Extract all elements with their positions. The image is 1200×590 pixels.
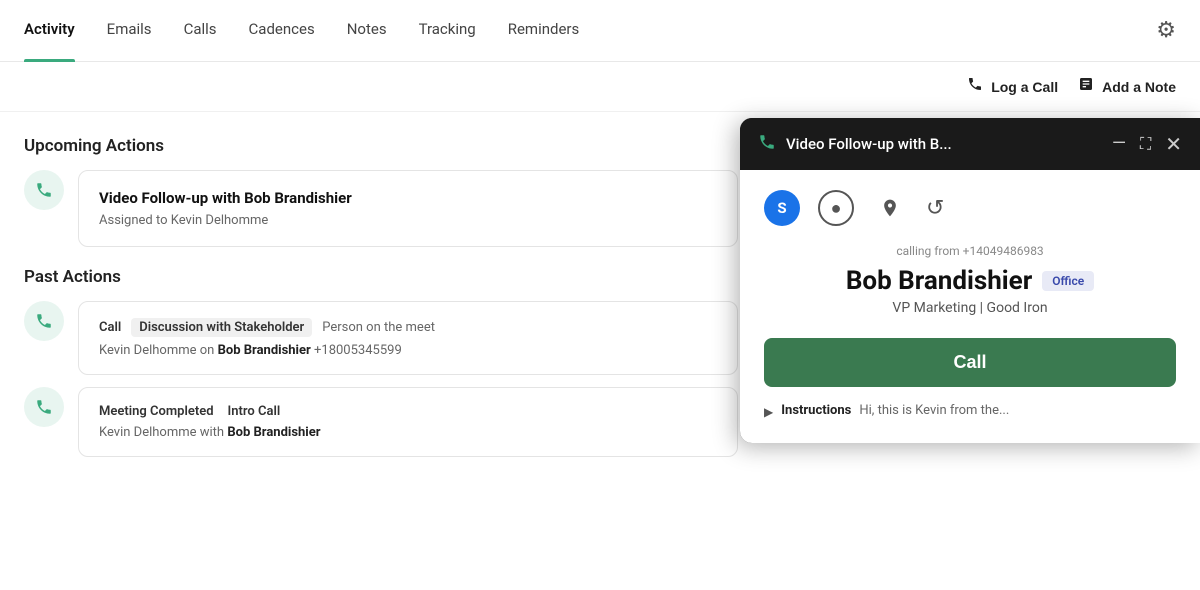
meeting-badge: Intro Call — [228, 404, 281, 419]
settings-icon[interactable]: ⚙ — [1156, 18, 1176, 43]
popup-title: Video Follow-up with B... — [786, 135, 952, 153]
refresh-icon[interactable]: ↺ — [926, 196, 944, 221]
office-badge: Office — [1042, 271, 1094, 291]
call-footer: Kevin Delhomme on Bob Brandishier +18005… — [99, 343, 717, 358]
phone-circle-icon — [24, 387, 64, 427]
past-action-card-1[interactable]: Meeting Completed Intro Call Kevin Delho… — [78, 387, 738, 457]
instructions-arrow-icon[interactable]: ▶ — [764, 405, 773, 419]
action-bar: Log a Call Add a Note — [0, 62, 1200, 112]
instructions-row: ▶ Instructions Hi, this is Kevin from th… — [764, 403, 1176, 419]
circle-icon[interactable]: ● — [818, 190, 854, 226]
log-call-button[interactable]: Log a Call — [967, 76, 1058, 97]
contact-title: VP Marketing | Good Iron — [764, 300, 1176, 316]
popup-body: S ● ↺ calling from +14049486983 Bob Bran… — [740, 170, 1200, 443]
upcoming-action-subtitle: Assigned to Kevin Delhomme — [99, 213, 717, 228]
tab-notes[interactable]: Notes — [347, 0, 387, 62]
salesforce-icon[interactable]: S — [764, 190, 800, 226]
contact-name-row: Bob Brandishier Office — [764, 266, 1176, 296]
nav-tabs: Activity Emails Calls Cadences Notes Tra… — [24, 0, 1156, 62]
popup-phone-icon — [758, 133, 776, 156]
expand-icon[interactable]: ⛶ — [1140, 136, 1151, 152]
calling-from-label: calling from +14049486983 — [764, 244, 1176, 258]
phone-circle-icon — [24, 301, 64, 341]
phone-circle-icon — [24, 170, 64, 210]
log-call-label: Log a Call — [991, 79, 1058, 95]
tab-cadences[interactable]: Cadences — [249, 0, 315, 62]
call-description: Person on the meet — [322, 320, 435, 335]
tab-emails[interactable]: Emails — [107, 0, 152, 62]
call-card-top: Call Discussion with Stakeholder Person … — [99, 318, 717, 337]
minimize-icon[interactable]: — — [1112, 135, 1126, 153]
tab-reminders[interactable]: Reminders — [508, 0, 580, 62]
tab-tracking[interactable]: Tracking — [419, 0, 476, 62]
past-action-card-0[interactable]: Call Discussion with Stakeholder Person … — [78, 301, 738, 375]
add-note-label: Add a Note — [1102, 79, 1176, 95]
popup-header-controls: — ⛶ ✕ — [1112, 132, 1182, 156]
add-note-button[interactable]: Add a Note — [1078, 76, 1176, 97]
popup-icons-row: S ● ↺ — [764, 190, 1176, 226]
call-button[interactable]: Call — [764, 338, 1176, 387]
note-icon — [1078, 76, 1094, 97]
contact-name: Bob Brandishier — [846, 266, 1032, 296]
instructions-label: Instructions — [781, 403, 851, 418]
tab-calls[interactable]: Calls — [184, 0, 217, 62]
call-badge: Discussion with Stakeholder — [131, 318, 312, 337]
call-popup: Video Follow-up with B... — ⛶ ✕ S ● ↺ ca… — [740, 118, 1200, 443]
close-icon[interactable]: ✕ — [1165, 132, 1182, 156]
instructions-text: Hi, this is Kevin from the... — [859, 403, 1009, 418]
location-icon[interactable] — [872, 190, 908, 226]
call-contact: Bob Brandishier — [218, 343, 311, 358]
meeting-card-top: Meeting Completed Intro Call — [99, 404, 717, 419]
tab-activity[interactable]: Activity — [24, 0, 75, 62]
phone-icon — [967, 76, 983, 97]
meeting-footer: Kevin Delhomme with Bob Brandishier — [99, 425, 717, 440]
top-navigation: Activity Emails Calls Cadences Notes Tra… — [0, 0, 1200, 62]
popup-header-left: Video Follow-up with B... — [758, 133, 952, 156]
call-type: Call — [99, 320, 121, 335]
meeting-type: Meeting Completed — [99, 404, 214, 419]
upcoming-action-title: Video Follow-up with Bob Brandishier — [99, 189, 717, 207]
meeting-contact: Bob Brandishier — [227, 425, 320, 440]
upcoming-action-card[interactable]: Video Follow-up with Bob Brandishier Ass… — [78, 170, 738, 247]
popup-header: Video Follow-up with B... — ⛶ ✕ — [740, 118, 1200, 170]
